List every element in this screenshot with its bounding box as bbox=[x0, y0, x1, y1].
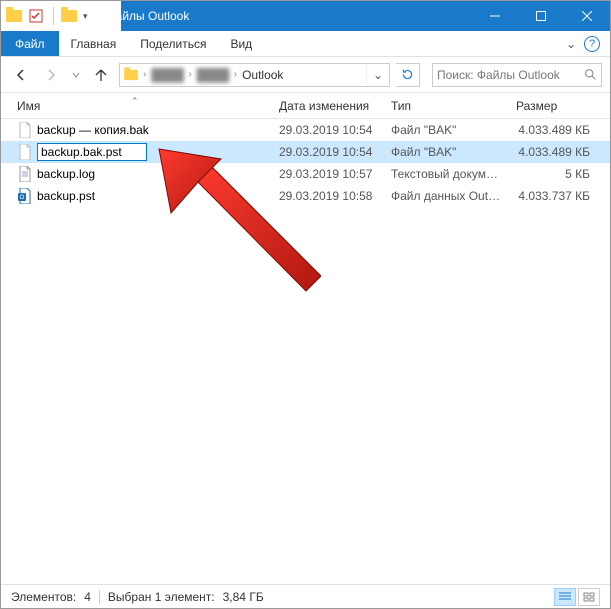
file-size-label: 4.033.489 КБ bbox=[516, 145, 596, 159]
file-size-label: 5 КБ bbox=[516, 167, 596, 181]
file-row[interactable]: 29.03.2019 10:54Файл "BAK"4.033.489 КБ bbox=[1, 141, 610, 163]
nav-forward-button[interactable] bbox=[39, 63, 63, 87]
status-divider bbox=[99, 590, 100, 604]
refresh-button[interactable] bbox=[396, 63, 420, 87]
file-name-label: backup.pst bbox=[37, 189, 95, 203]
column-header-type[interactable]: Тип bbox=[391, 99, 516, 113]
file-size-label: 4.033.737 КБ bbox=[516, 189, 596, 203]
help-button[interactable]: ? bbox=[584, 36, 600, 52]
file-row[interactable]: backup.log 29.03.2019 10:57Текстовый доку… bbox=[1, 163, 610, 185]
status-count-label: Элементов: bbox=[11, 590, 76, 604]
blank-file-icon bbox=[17, 144, 33, 160]
tab-home[interactable]: Главная bbox=[59, 31, 129, 56]
file-date-label: 29.03.2019 10:54 bbox=[279, 145, 391, 159]
window-title: Файлы Outlook bbox=[101, 9, 472, 23]
pst-file-icon: O bbox=[17, 188, 33, 204]
qat-separator bbox=[53, 7, 54, 25]
search-icon bbox=[584, 68, 597, 81]
qat-dropdown-icon[interactable]: ▾ bbox=[80, 11, 91, 22]
breadcrumb-hidden-1[interactable]: ████ bbox=[147, 68, 187, 82]
file-size-label: 4.033.489 КБ bbox=[516, 123, 596, 137]
status-selected-label: Выбран 1 элемент: bbox=[108, 590, 215, 604]
status-count-value: 4 bbox=[84, 590, 91, 604]
file-type-label: Текстовый докум… bbox=[391, 167, 516, 181]
maximize-button[interactable] bbox=[518, 1, 564, 31]
qat-folder-icon[interactable] bbox=[60, 7, 78, 25]
address-folder-icon bbox=[120, 69, 142, 81]
nav-back-button[interactable] bbox=[9, 63, 33, 87]
svg-text:O: O bbox=[20, 195, 25, 201]
view-large-icons-button[interactable] bbox=[578, 588, 600, 606]
tab-share[interactable]: Поделиться bbox=[128, 31, 218, 56]
column-header-name-label: Имя bbox=[17, 99, 40, 113]
file-date-label: 29.03.2019 10:57 bbox=[279, 167, 391, 181]
file-date-label: 29.03.2019 10:58 bbox=[279, 189, 391, 203]
tab-file[interactable]: Файл bbox=[1, 31, 59, 56]
file-date-label: 29.03.2019 10:54 bbox=[279, 123, 391, 137]
nav-recent-dropdown[interactable] bbox=[69, 63, 83, 87]
file-type-label: Файл "BAK" bbox=[391, 145, 516, 159]
nav-up-button[interactable] bbox=[89, 63, 113, 87]
file-type-label: Файл данных Out… bbox=[391, 189, 516, 203]
search-placeholder: Поиск: Файлы Outlook bbox=[437, 68, 580, 82]
app-folder-icon bbox=[5, 7, 23, 25]
blank-file-icon bbox=[17, 122, 33, 138]
minimize-button[interactable] bbox=[472, 1, 518, 31]
rename-input[interactable] bbox=[37, 143, 147, 161]
column-header-size[interactable]: Размер bbox=[516, 99, 596, 113]
tab-view[interactable]: Вид bbox=[218, 31, 264, 56]
view-details-button[interactable] bbox=[554, 588, 576, 606]
search-box[interactable]: Поиск: Файлы Outlook bbox=[432, 63, 602, 87]
status-selected-size: 3,84 ГБ bbox=[223, 590, 264, 604]
file-row[interactable]: Obackup.pst 29.03.2019 10:58Файл данных O… bbox=[1, 185, 610, 207]
text-file-icon bbox=[17, 166, 33, 182]
qat-properties-icon[interactable] bbox=[25, 5, 47, 27]
sort-indicator-icon: ⌃ bbox=[131, 96, 139, 107]
file-name-label: backup — копия.bak bbox=[37, 123, 149, 137]
file-row[interactable]: backup — копия.bak 29.03.2019 10:54Файл "… bbox=[1, 119, 610, 141]
ribbon-expand-icon[interactable]: ⌄ bbox=[566, 37, 576, 51]
address-dropdown-icon[interactable]: ⌄ bbox=[366, 64, 389, 86]
close-button[interactable] bbox=[564, 1, 610, 31]
breadcrumb-hidden-2[interactable]: ████ bbox=[193, 68, 233, 82]
file-type-label: Файл "BAK" bbox=[391, 123, 516, 137]
address-bar[interactable]: › ████ › ████ › Outlook ⌄ bbox=[119, 63, 390, 87]
file-name-label: backup.log bbox=[37, 167, 95, 181]
column-header-date[interactable]: Дата изменения bbox=[279, 99, 391, 113]
breadcrumb-current[interactable]: Outlook bbox=[238, 68, 287, 82]
column-header-name[interactable]: Имя ⌃ bbox=[17, 99, 279, 113]
